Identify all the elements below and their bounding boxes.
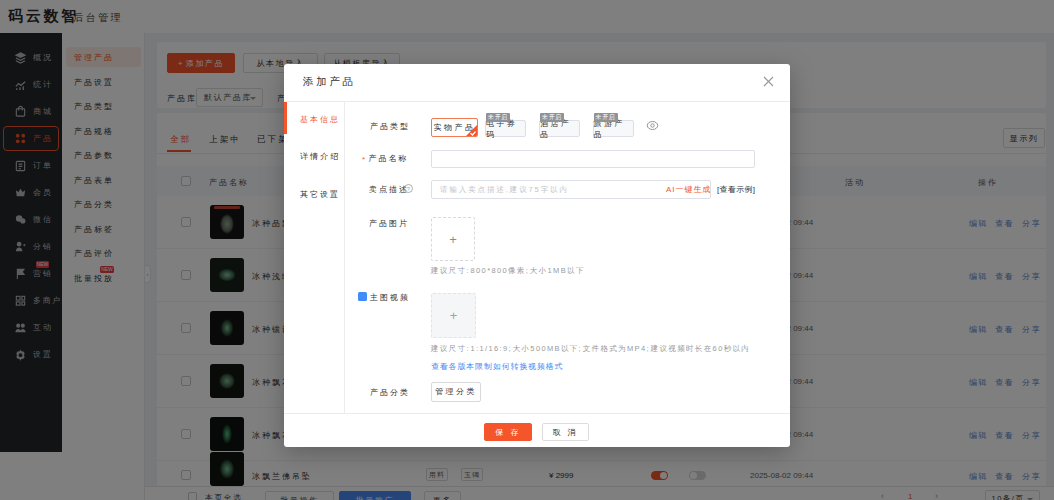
svg-text:?: ? (407, 186, 411, 192)
